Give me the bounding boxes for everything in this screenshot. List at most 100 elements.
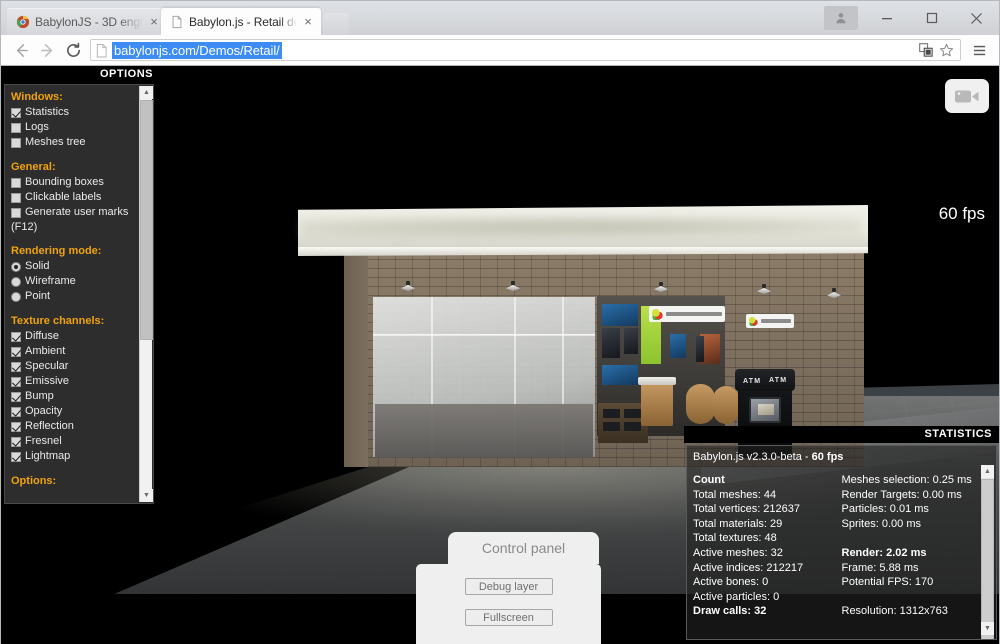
- options-scrollbar-thumb[interactable]: [140, 100, 153, 340]
- checkbox-opacity-icon[interactable]: [11, 406, 21, 417]
- profile-button[interactable]: [824, 6, 858, 30]
- radio-point-icon[interactable]: [11, 291, 21, 302]
- page-document-icon: [96, 43, 107, 57]
- back-button[interactable]: [8, 38, 34, 62]
- debug-layer-button[interactable]: Debug layer: [464, 578, 553, 595]
- scene-spotlight-1: [401, 281, 415, 291]
- option-meshes-tree-label: Meshes tree: [25, 136, 86, 148]
- translate-icon[interactable]: [919, 43, 933, 57]
- close-window-button[interactable]: [954, 4, 999, 33]
- address-bar[interactable]: babylonjs.com/Demos/Retail/: [90, 39, 961, 61]
- statistics-panel-body[interactable]: Babylon.js v2.3.0-beta - 60 fps Count To…: [686, 445, 997, 640]
- option-clickable-labels[interactable]: Clickable labels: [11, 190, 153, 205]
- scene-wall-screen-1: [602, 304, 638, 326]
- option-reflection[interactable]: Reflection: [11, 419, 153, 434]
- options-scroll-up-icon[interactable]: ▲: [140, 86, 153, 99]
- forward-arrow-icon: [40, 43, 52, 57]
- checkbox-fresnel-icon[interactable]: [11, 436, 21, 447]
- browser-tab-1[interactable]: BabylonJS - 3D engin ×: [7, 8, 167, 35]
- option-diffuse[interactable]: Diffuse: [11, 329, 153, 344]
- option-bounding-boxes-label: Bounding boxes: [25, 176, 104, 188]
- checkbox-reflection-icon[interactable]: [11, 421, 21, 432]
- statistics-scroll-down-icon[interactable]: ▼: [981, 622, 994, 635]
- browser-tab-2-title: Babylon.js - Retail de: [189, 14, 297, 29]
- option-generate-user-marks-label: Generate user marks: [25, 206, 129, 218]
- option-lightmap[interactable]: Lightmap: [11, 449, 153, 464]
- options-scroll-down-icon[interactable]: ▼: [140, 489, 153, 502]
- statistics-scrollbar-thumb[interactable]: [981, 479, 994, 639]
- scene-backdrop: [859, 252, 999, 402]
- option-rendering-solid[interactable]: Solid: [11, 259, 153, 274]
- camera-button[interactable]: [945, 79, 989, 113]
- checkbox-bounding-boxes-icon[interactable]: [11, 177, 21, 188]
- scene-shelf-box-3: [603, 422, 620, 431]
- profile-icon: [836, 13, 846, 24]
- option-bump[interactable]: Bump: [11, 389, 153, 404]
- option-opacity[interactable]: Opacity: [11, 404, 153, 419]
- forward-button[interactable]: [34, 38, 60, 62]
- scene-shelf-box-4: [624, 422, 641, 431]
- checkbox-ambient-icon[interactable]: [11, 346, 21, 357]
- option-specular[interactable]: Specular: [11, 359, 153, 374]
- minimize-button[interactable]: [864, 4, 909, 33]
- checkbox-logs-icon[interactable]: [11, 122, 21, 133]
- checkbox-statistics-icon[interactable]: [11, 107, 21, 118]
- option-ambient[interactable]: Ambient: [11, 344, 153, 359]
- option-emissive[interactable]: Emissive: [11, 374, 153, 389]
- option-bounding-boxes[interactable]: Bounding boxes: [11, 175, 153, 190]
- scene-canopy-lighting: [301, 207, 861, 243]
- fps-counter: 60 fps: [938, 204, 985, 223]
- options-panel-body[interactable]: Windows: Statistics Logs Meshes tree Gen…: [4, 84, 154, 504]
- control-panel-title[interactable]: Control panel: [448, 532, 599, 564]
- browser-tab-2-close-icon[interactable]: ×: [301, 15, 315, 29]
- radio-wireframe-icon[interactable]: [11, 276, 21, 287]
- option-emissive-label: Emissive: [25, 375, 70, 387]
- babylon-canvas[interactable]: ATM ATM 60 fps OPTIONS Windows: Statisti…: [1, 66, 999, 644]
- brand-name-bar: [666, 312, 722, 316]
- options-scrollbar[interactable]: ▲ ▼: [139, 86, 153, 502]
- scene-mullion-h2: [373, 334, 595, 335]
- option-rendering-point[interactable]: Point: [11, 289, 153, 304]
- statistics-scroll-up-icon[interactable]: ▲: [981, 465, 994, 478]
- reload-icon: [66, 42, 80, 57]
- statistics-panel-title: STATISTICS: [684, 426, 999, 443]
- option-generate-user-marks[interactable]: Generate user marks: [11, 205, 153, 220]
- url-text[interactable]: babylonjs.com/Demos/Retail/: [112, 41, 282, 59]
- bookmark-star-icon[interactable]: [939, 43, 954, 58]
- option-opacity-label: Opacity: [25, 405, 63, 417]
- maximize-button[interactable]: [909, 4, 954, 33]
- checkbox-bump-icon[interactable]: [11, 391, 21, 402]
- scene-spotlight-5: [827, 288, 841, 298]
- checkbox-specular-icon[interactable]: [11, 361, 21, 372]
- stat-resolution: Resolution: 1312x763: [841, 605, 948, 618]
- scene-shelf-box-2: [624, 409, 641, 418]
- scene-wall-screen-3: [602, 365, 638, 385]
- checkbox-lightmap-icon[interactable]: [11, 451, 21, 462]
- option-f12-note: (F12): [11, 221, 38, 233]
- checkbox-diffuse-icon[interactable]: [11, 331, 21, 342]
- checkbox-generate-user-marks-icon[interactable]: [11, 207, 21, 218]
- checkbox-emissive-icon[interactable]: [11, 376, 21, 387]
- option-rendering-wireframe[interactable]: Wireframe: [11, 274, 153, 289]
- new-tab-button[interactable]: [323, 13, 349, 35]
- option-fresnel[interactable]: Fresnel: [11, 434, 153, 449]
- option-statistics[interactable]: Statistics: [11, 105, 153, 120]
- scene-counter-top-1: [638, 377, 676, 385]
- radio-solid-icon[interactable]: [11, 261, 21, 272]
- reload-button[interactable]: [60, 38, 86, 62]
- statistics-version-line: Babylon.js v2.3.0-beta - 60 fps: [693, 451, 990, 463]
- checkbox-meshes-tree-icon[interactable]: [11, 137, 21, 148]
- statistics-scrollbar[interactable]: ▲ ▼: [981, 465, 994, 639]
- debug-options-panel: OPTIONS Windows: Statistics Logs Meshes …: [1, 66, 160, 508]
- browser-tab-2[interactable]: Babylon.js - Retail de ×: [161, 8, 321, 35]
- stat-total-meshes: Total meshes: 44: [693, 488, 777, 501]
- fullscreen-button[interactable]: Fullscreen: [464, 609, 553, 626]
- checkbox-clickable-labels-icon[interactable]: [11, 192, 21, 203]
- browser-menu-button[interactable]: [966, 38, 992, 62]
- option-meshes-tree[interactable]: Meshes tree: [11, 135, 153, 150]
- option-specular-label: Specular: [25, 360, 69, 372]
- statistics-version-prefix: Babylon.js v2.3.0-beta -: [693, 451, 812, 463]
- option-logs[interactable]: Logs: [11, 120, 153, 135]
- options-group-rendering-mode: Rendering mode: Solid Wireframe Point: [11, 245, 153, 304]
- browser-tab-1-close-icon[interactable]: ×: [147, 15, 161, 29]
